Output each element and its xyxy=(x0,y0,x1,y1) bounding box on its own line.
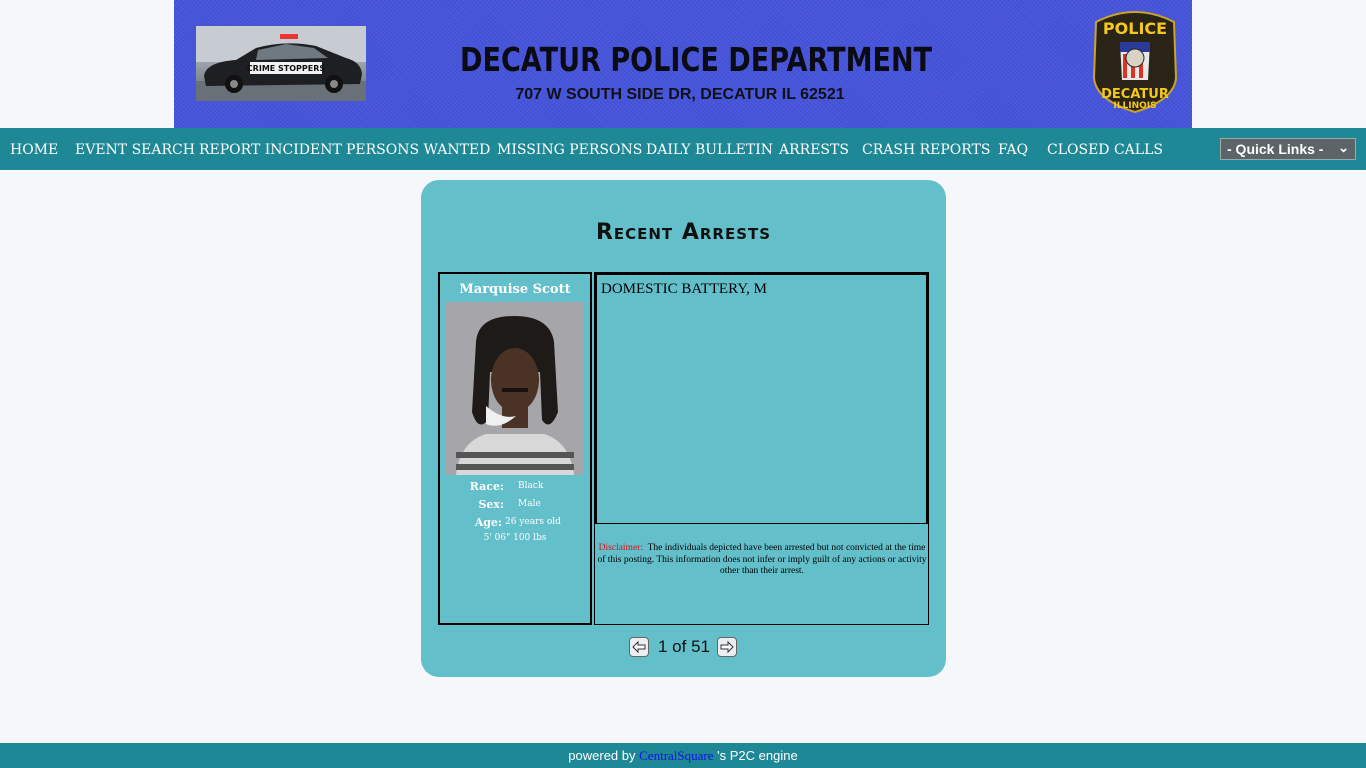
nav-closed-calls[interactable]: CLOSED CALLS xyxy=(1047,142,1163,158)
department-title: DECATUR POLICE DEPARTMENT xyxy=(460,40,933,79)
quick-links-label: - Quick Links - xyxy=(1227,141,1324,157)
disclaimer-label: Disclaimer: xyxy=(598,543,643,553)
race-value: Black xyxy=(518,481,544,491)
centralsquare-link[interactable]: CentralSquare xyxy=(639,748,713,763)
sex-label: Sex: xyxy=(478,498,504,511)
department-address: 707 W SOUTH SIDE DR, DECATUR IL 62521 xyxy=(515,86,845,103)
footer-prefix: powered by xyxy=(568,748,636,763)
police-car-photo: CRIME STOPPERS xyxy=(196,26,366,101)
nav-arrests[interactable]: ARRESTS xyxy=(779,142,849,158)
nav-crash-reports[interactable]: CRASH REPORTS xyxy=(862,142,991,158)
svg-text:ILLINOIS: ILLINOIS xyxy=(1113,101,1156,111)
nav-report-incident[interactable]: REPORT INCIDENT xyxy=(199,142,342,158)
age-label: Age: xyxy=(474,516,502,529)
car-text: CRIME STOPPERS xyxy=(247,64,326,73)
police-badge-icon: POLICE DECATUR ILLINOIS xyxy=(1090,8,1180,114)
header-banner: CRIME STOPPERS DECATUR POLICE DEPARTMENT… xyxy=(174,0,1192,128)
main-nav: HOME EVENT SEARCH REPORT INCIDENT PERSON… xyxy=(0,128,1366,170)
charge-text: DOMESTIC BATTERY, M xyxy=(601,281,767,297)
page-indicator: 1 of 51 xyxy=(658,637,710,656)
nav-event-search[interactable]: EVENT SEARCH xyxy=(75,142,195,158)
charges-list: DOMESTIC BATTERY, M xyxy=(595,273,928,524)
previous-arrow-icon[interactable] xyxy=(629,637,649,657)
disclaimer: Disclaimer: The individuals depicted hav… xyxy=(597,543,927,578)
race-label: Race: xyxy=(469,480,504,493)
footer: powered by CentralSquare 's P2C engine xyxy=(0,743,1366,768)
footer-suffix: 's P2C engine xyxy=(717,748,798,763)
disclaimer-text: The individuals depicted have been arres… xyxy=(597,543,927,576)
height-weight: 5' 06" 100 lbs xyxy=(483,533,547,543)
nav-persons-wanted[interactable]: PERSONS WANTED xyxy=(346,142,490,158)
next-arrow-icon[interactable] xyxy=(717,637,737,657)
nav-missing-persons[interactable]: MISSING PERSONS xyxy=(497,142,642,158)
arrestee-mugshot[interactable] xyxy=(446,302,584,475)
recent-arrests-panel: Recent Arrests Marquise Scott Race: Blac… xyxy=(421,180,946,677)
arrestee-name: Marquise Scott xyxy=(459,282,571,297)
charges-box: DOMESTIC BATTERY, M Disclaimer: The indi… xyxy=(594,272,929,625)
chevron-down-icon: ⌄ xyxy=(1338,140,1349,155)
nav-daily-bulletin[interactable]: DAILY BULLETIN xyxy=(646,142,773,158)
quick-links-select[interactable]: - Quick Links - ⌄ xyxy=(1220,138,1356,160)
age-value: 26 years old xyxy=(505,517,561,527)
panel-title: Recent Arrests xyxy=(595,220,772,245)
svg-text:DECATUR: DECATUR xyxy=(1101,87,1169,102)
nav-faq[interactable]: FAQ xyxy=(998,142,1028,158)
pager: 1 of 51 xyxy=(421,636,946,658)
arrestee-card: Marquise Scott Race: Black Sex: Male Age xyxy=(438,272,592,625)
nav-home[interactable]: HOME xyxy=(10,142,58,158)
sex-value: Male xyxy=(518,499,541,509)
svg-text:POLICE: POLICE xyxy=(1103,19,1167,38)
